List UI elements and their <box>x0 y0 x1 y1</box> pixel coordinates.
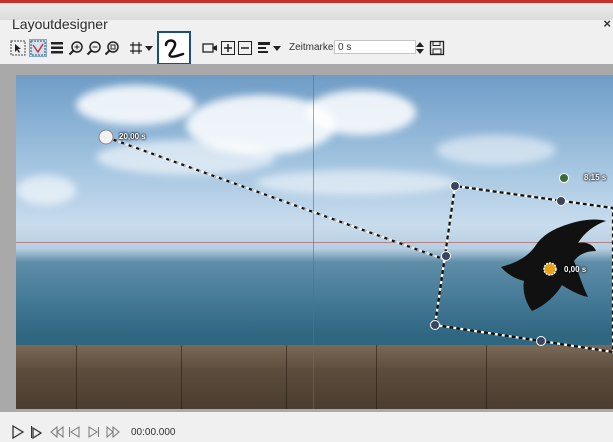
resize-handle[interactable] <box>536 336 546 346</box>
save-icon[interactable] <box>429 40 445 56</box>
play-from-icon[interactable] <box>30 425 43 442</box>
align-icon[interactable] <box>256 40 272 56</box>
rotate-handle[interactable] <box>559 173 569 183</box>
camera-icon[interactable] <box>202 40 218 56</box>
keyframe-start-handle[interactable] <box>98 129 114 145</box>
curve-path-button[interactable] <box>157 31 191 65</box>
keyframe-current-label: 0,00 s <box>564 265 587 274</box>
path-icon[interactable] <box>29 39 47 57</box>
step-back-icon[interactable] <box>68 425 80 442</box>
resize-handle[interactable] <box>441 251 451 261</box>
fast-forward-icon[interactable] <box>106 425 120 442</box>
play-icon[interactable] <box>12 424 25 442</box>
add-icon[interactable] <box>220 40 236 56</box>
resize-handle[interactable] <box>556 196 566 206</box>
zoom-fit-icon[interactable] <box>104 40 120 56</box>
select-icon[interactable] <box>10 40 26 56</box>
rewind-icon[interactable] <box>50 425 64 442</box>
remove-icon[interactable] <box>237 40 253 56</box>
grid-icon[interactable] <box>128 40 144 56</box>
layout-canvas[interactable]: 20,00 s 8,15 s 0,00 s <box>16 75 613 409</box>
timecode-display: 00:00.000 <box>131 427 176 438</box>
close-button[interactable]: × <box>603 16 611 31</box>
list-icon[interactable] <box>49 40 65 56</box>
grid-dropdown-icon[interactable] <box>144 40 154 56</box>
anchor-point[interactable] <box>543 262 557 276</box>
resize-handle[interactable] <box>430 320 440 330</box>
keyframe-middle-label: 8,15 s <box>584 173 607 182</box>
keyframe-start-label: 20,00 s <box>119 132 146 141</box>
resize-handle[interactable] <box>450 181 460 191</box>
zoom-in-icon[interactable] <box>68 40 84 56</box>
window-title: Layoutdesigner <box>12 16 108 32</box>
step-forward-icon[interactable] <box>88 425 100 442</box>
align-dropdown-icon[interactable] <box>272 40 282 56</box>
path-overlay <box>98 129 613 354</box>
zeitmarke-label: Zeitmarke: <box>289 42 337 53</box>
spin-icon[interactable] <box>415 40 425 56</box>
zoom-out-icon[interactable] <box>86 40 102 56</box>
zeitmarke-input[interactable] <box>334 40 416 54</box>
curve-icon <box>164 39 185 58</box>
motion-path-highlight <box>105 135 447 262</box>
